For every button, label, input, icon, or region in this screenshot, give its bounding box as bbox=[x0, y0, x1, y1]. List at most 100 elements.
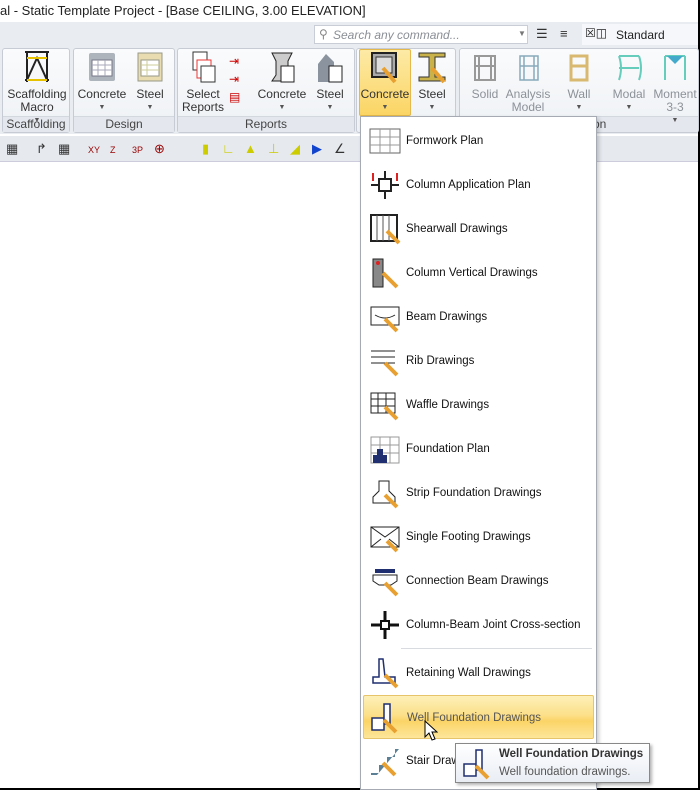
button-label: Steel bbox=[418, 87, 446, 101]
menu-item-column-vertical-drawings[interactable]: Column Vertical Drawings bbox=[363, 251, 594, 295]
menu-item-well-foundation-drawings[interactable]: Well Foundation Drawings bbox=[363, 695, 594, 739]
button-label: Steel bbox=[136, 87, 164, 101]
search-icon: ⚲ bbox=[319, 27, 328, 41]
menu-item-foundation-plan[interactable]: Foundation Plan bbox=[363, 427, 594, 471]
well-foundation-icon bbox=[371, 703, 398, 734]
axis-icon[interactable]: ↱ bbox=[36, 141, 47, 157]
report-small-icons[interactable]: ⇥ ⇥ ▤ bbox=[229, 52, 240, 106]
menu-item-label: Formwork Plan bbox=[406, 135, 484, 147]
menu-item-label: Strip Foundation Drawings bbox=[406, 487, 542, 499]
button-label: Modal bbox=[612, 87, 646, 101]
stack-icon[interactable]: ≡ bbox=[560, 26, 568, 41]
search-input[interactable]: ⚲ Search any command... bbox=[314, 25, 528, 44]
report-export-icon[interactable]: ⇥ bbox=[229, 52, 240, 70]
menu-item-label: Column Vertical Drawings bbox=[406, 267, 538, 279]
menu-item-retaining-wall-drawings[interactable]: Retaining Wall Drawings bbox=[363, 651, 594, 695]
column-icon[interactable]: ▮ bbox=[202, 141, 209, 157]
group-label: Reports bbox=[178, 116, 354, 132]
stair-tool-icon[interactable]: ∟ bbox=[222, 141, 235, 156]
layers-icon[interactable]: ☰ bbox=[536, 26, 548, 42]
report-steel-button[interactable]: Steel ▼ bbox=[310, 50, 350, 114]
solid-button[interactable]: Solid bbox=[466, 50, 504, 101]
modal-button[interactable]: Modal ▼ bbox=[608, 50, 650, 114]
select-reports-icon bbox=[192, 51, 216, 83]
3p-icon[interactable]: 3P bbox=[132, 145, 143, 155]
concrete-report-icon bbox=[271, 52, 295, 83]
menu-item-connection-beam-drawings[interactable]: Connection Beam Drawings bbox=[363, 559, 594, 603]
concrete-drawing-icon bbox=[371, 52, 397, 84]
column-application-icon bbox=[371, 171, 399, 199]
window-icon[interactable]: ▦ bbox=[6, 141, 18, 157]
l-shape-icon[interactable]: ◢ bbox=[290, 141, 300, 157]
scaffolding-macro-button[interactable]: Scaffolding Macro ▼ bbox=[5, 50, 69, 127]
tooltip-title: Well Foundation Drawings bbox=[499, 748, 644, 760]
select-reports-button[interactable]: Select Reports bbox=[180, 50, 226, 114]
button-label: Concrete bbox=[77, 87, 127, 101]
menu-item-label: Column-Beam Joint Cross-section bbox=[406, 619, 581, 631]
steel-drawing-icon bbox=[418, 52, 446, 84]
wall-icon bbox=[569, 54, 589, 82]
button-label: Scaffolding Macro bbox=[7, 87, 67, 114]
menu-item-column-application-plan[interactable]: Column Application Plan bbox=[363, 163, 594, 207]
analysis-model-icon bbox=[519, 55, 539, 81]
group-label: Design bbox=[74, 116, 174, 132]
button-label: Steel bbox=[316, 87, 344, 101]
menu-item-label: Waffle Drawings bbox=[406, 399, 490, 411]
strip-foundation-icon bbox=[372, 480, 399, 509]
search-dropdown-icon[interactable]: ▼ bbox=[518, 29, 526, 38]
button-label: Concrete bbox=[360, 87, 410, 101]
workspace-icon: ☒◫ bbox=[585, 26, 608, 40]
well-foundation-icon bbox=[463, 749, 490, 780]
workspace-selector[interactable]: ☒◫ Standard bbox=[582, 24, 698, 45]
formwork-plan-icon bbox=[369, 128, 401, 154]
menu-item-single-footing-drawings[interactable]: Single Footing Drawings bbox=[363, 515, 594, 559]
pdf-report-icon[interactable]: ▤ bbox=[229, 88, 240, 106]
foundation-plan-icon bbox=[370, 436, 400, 464]
menu-item-beam-drawings[interactable]: Beam Drawings bbox=[363, 295, 594, 339]
drawings-steel-button[interactable]: Steel ▼ bbox=[413, 50, 451, 114]
menu-item-waffle-drawings[interactable]: Waffle Drawings bbox=[363, 383, 594, 427]
menu-item-strip-foundation-drawings[interactable]: Strip Foundation Drawings bbox=[363, 471, 594, 515]
scaffolding-icon bbox=[25, 51, 49, 82]
menu-item-label: Retaining Wall Drawings bbox=[406, 667, 531, 679]
target-icon[interactable]: ⊕ bbox=[154, 141, 165, 157]
moment-icon bbox=[664, 55, 686, 80]
concrete-drawings-menu: Formwork Plan Column Application Plan Sh… bbox=[360, 116, 597, 790]
button-label: Moment 3-3 bbox=[653, 87, 697, 114]
menu-item-label: Rib Drawings bbox=[406, 355, 475, 367]
tag-icon[interactable]: ▶ bbox=[312, 141, 322, 157]
stair-icon bbox=[371, 749, 399, 777]
menu-item-shearwall-drawings[interactable]: Shearwall Drawings bbox=[363, 207, 594, 251]
design-concrete-button[interactable]: Concrete ▼ bbox=[76, 50, 128, 114]
z-icon[interactable]: Z bbox=[110, 145, 116, 155]
retaining-wall-icon bbox=[372, 658, 399, 689]
wall-button[interactable]: Wall ▼ bbox=[560, 50, 598, 114]
drawings-concrete-button[interactable]: Concrete ▼ bbox=[359, 49, 411, 116]
grid-axis-icon[interactable]: ▦ bbox=[58, 141, 70, 157]
window-title: al - Static Template Project - [Base CEI… bbox=[0, 0, 698, 22]
report-concrete-button[interactable]: Concrete ▼ bbox=[256, 50, 308, 114]
concrete-design-icon bbox=[89, 53, 115, 81]
solid-icon bbox=[474, 55, 496, 81]
connection-beam-icon bbox=[372, 569, 399, 597]
button-label: Solid bbox=[471, 87, 499, 101]
menu-item-rib-drawings[interactable]: Rib Drawings bbox=[363, 339, 594, 383]
arch-icon[interactable]: ▲ bbox=[244, 141, 257, 156]
pin-icon[interactable]: ⊥ bbox=[268, 141, 279, 157]
menu-item-column-beam-joint[interactable]: Column-Beam Joint Cross-section bbox=[363, 603, 594, 647]
moment-button[interactable]: Moment 3-3 ▼ bbox=[652, 50, 698, 127]
chart-line-icon[interactable]: ∠ bbox=[334, 141, 346, 157]
steel-design-icon bbox=[137, 52, 163, 82]
waffle-icon bbox=[370, 392, 399, 421]
menu-item-label: Single Footing Drawings bbox=[406, 531, 531, 543]
analysis-model-button[interactable]: Analysis Model bbox=[505, 50, 551, 114]
report-import-icon[interactable]: ⇥ bbox=[229, 70, 240, 88]
beam-icon bbox=[370, 306, 400, 333]
button-label: Wall bbox=[567, 87, 591, 101]
menu-item-formwork-plan[interactable]: Formwork Plan bbox=[363, 119, 594, 163]
xy-icon[interactable]: XY bbox=[88, 145, 100, 155]
steel-report-icon bbox=[318, 54, 343, 83]
design-steel-button[interactable]: Steel ▼ bbox=[130, 50, 170, 114]
modal-icon bbox=[618, 55, 642, 81]
menu-item-label: Connection Beam Drawings bbox=[406, 575, 549, 587]
